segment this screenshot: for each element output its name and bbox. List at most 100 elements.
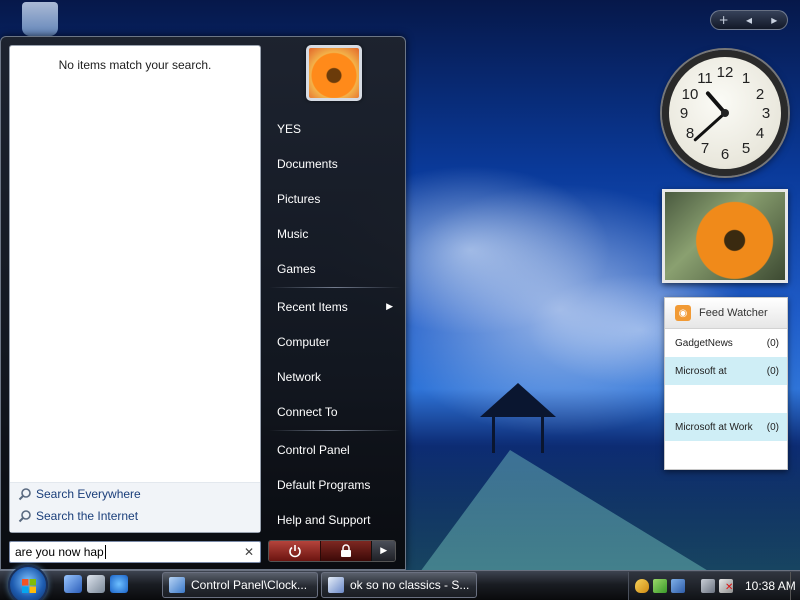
windows-defender-icon[interactable]: [671, 579, 685, 593]
link-games[interactable]: Games: [269, 251, 401, 286]
chevron-right-icon: ▶: [386, 301, 393, 311]
quicklaunch-ie-icon[interactable]: [64, 575, 82, 593]
next-icon[interactable]: ▸: [765, 13, 783, 27]
power-icon: [288, 545, 301, 558]
clock-numeral-3: 3: [762, 105, 770, 122]
link-connect-to[interactable]: Connect To: [269, 394, 401, 429]
no-results-message: No items match your search.: [58, 58, 212, 72]
recycle-bin-icon[interactable]: [22, 2, 58, 36]
taskbar-button-browser[interactable]: ok so no classics - S...: [321, 572, 477, 598]
search-input-value: are you now hap: [15, 545, 104, 559]
feed-item-name: Microsoft at Work: [675, 421, 753, 433]
link-label: Documents: [277, 156, 338, 171]
user-picture[interactable]: [306, 45, 362, 101]
taskbar-clock[interactable]: 10:38 AM: [745, 579, 796, 593]
control-panel-icon: [169, 577, 185, 593]
link-help-and-support[interactable]: Help and Support: [269, 502, 401, 537]
wallpaper-hut-roof: [480, 383, 556, 417]
power-controls: ▶: [268, 540, 396, 562]
feed-header: ◉ Feed Watcher: [665, 298, 787, 329]
taskbar-button-label: ok so no classics - S...: [350, 578, 470, 592]
clock-pivot: [721, 109, 729, 117]
close-icon[interactable]: ✕: [244, 545, 254, 559]
link-label: Help and Support: [277, 512, 371, 527]
link-label: Games: [277, 261, 316, 276]
link-label: Connect To: [277, 404, 338, 419]
link-label: Recent Items: [277, 299, 348, 314]
text-caret: [104, 545, 106, 559]
link-documents[interactable]: Documents: [269, 146, 401, 181]
link-music[interactable]: Music: [269, 216, 401, 251]
feed-title: Feed Watcher: [699, 307, 768, 319]
start-search-input[interactable]: are you now hap ✕: [9, 541, 261, 563]
lock-button[interactable]: [320, 541, 372, 561]
link-control-panel[interactable]: Control Panel: [269, 432, 401, 467]
network-icon[interactable]: [701, 579, 715, 593]
link-user-folder[interactable]: YES: [269, 111, 401, 146]
document-icon: [328, 577, 344, 593]
slideshow-gadget[interactable]: [662, 189, 788, 283]
notification-area: ✕ 10:38 AM: [628, 572, 800, 600]
feed-item[interactable]: Microsoft at (0): [665, 357, 787, 385]
clock-numeral-1: 1: [742, 70, 750, 87]
add-gadget-icon[interactable]: +: [715, 13, 733, 27]
link-pictures[interactable]: Pictures: [269, 181, 401, 216]
power-button[interactable]: [269, 541, 321, 561]
clock-numeral-2: 2: [756, 86, 764, 103]
taskbar-button-control-panel[interactable]: Control Panel\Clock...: [162, 572, 318, 598]
lock-icon: [341, 544, 352, 557]
search-internet-label: Search the Internet: [36, 509, 139, 523]
link-computer[interactable]: Computer: [269, 324, 401, 359]
search-everywhere-link[interactable]: Search Everywhere: [10, 483, 260, 505]
show-desktop-icon[interactable]: [87, 575, 105, 593]
feed-watcher-gadget: ◉ Feed Watcher GadgetNews (0) Microsoft …: [664, 297, 788, 470]
volume-muted-icon[interactable]: ✕: [719, 579, 733, 593]
link-label: Pictures: [277, 191, 321, 206]
clock-numeral-7: 7: [701, 140, 709, 157]
wallpaper-hut: [492, 417, 544, 453]
link-default-programs[interactable]: Default Programs: [269, 467, 401, 502]
feed-item[interactable]: [665, 385, 787, 413]
link-label: Control Panel: [277, 442, 350, 457]
search-results-pane: No items match your search. Search Every…: [9, 45, 261, 533]
sidebar-controls: + ◂ ▸: [710, 10, 788, 30]
clock-numeral-5: 5: [742, 140, 750, 157]
link-label: Network: [277, 369, 322, 384]
rss-icon: ◉: [675, 305, 691, 321]
clock-numeral-12: 12: [717, 64, 734, 81]
start-button[interactable]: [8, 565, 48, 600]
taskbar-button-label: Control Panel\Clock...: [191, 578, 308, 592]
search-icon: [18, 488, 31, 501]
clock-gadget[interactable]: 12 1 2 3 4 5 6 7 8 9 10 11: [662, 50, 788, 176]
link-label: Default Programs: [277, 477, 371, 492]
start-menu: No items match your search. Search Every…: [0, 36, 406, 570]
search-internet-link[interactable]: Search the Internet: [10, 505, 260, 527]
security-shield-icon[interactable]: [635, 579, 649, 593]
feed-item-name: Microsoft at: [675, 365, 727, 377]
separator: [269, 430, 401, 431]
link-network[interactable]: Network: [269, 359, 401, 394]
separator: [269, 287, 401, 288]
update-icon[interactable]: [653, 579, 667, 593]
clock-numeral-6: 6: [721, 146, 729, 163]
start-menu-links: YES Documents Pictures Music Games Recen…: [269, 111, 401, 537]
search-links: Search Everywhere Search the Internet: [10, 482, 260, 532]
mute-mark: ✕: [725, 582, 734, 593]
feed-item-name: GadgetNews: [675, 337, 733, 349]
link-label: Music: [277, 226, 309, 241]
feed-item-count: (0): [766, 337, 779, 349]
feed-item[interactable]: Microsoft at Work (0): [665, 413, 787, 441]
clock-numeral-8: 8: [686, 125, 694, 142]
clock-numeral-4: 4: [756, 125, 764, 142]
link-label: YES: [277, 121, 302, 136]
windows-logo-icon: [22, 579, 36, 593]
clock-numeral-9: 9: [680, 105, 688, 122]
link-recent-items[interactable]: Recent Items ▶: [269, 289, 401, 324]
shutdown-options-button[interactable]: ▶: [371, 541, 395, 561]
feed-item[interactable]: GadgetNews (0): [665, 329, 787, 357]
clock-minute-hand: [693, 111, 727, 142]
search-everywhere-label: Search Everywhere: [36, 487, 141, 501]
show-desktop-button[interactable]: [790, 572, 800, 600]
internet-explorer-icon[interactable]: [110, 575, 128, 593]
previous-icon[interactable]: ◂: [740, 13, 758, 27]
